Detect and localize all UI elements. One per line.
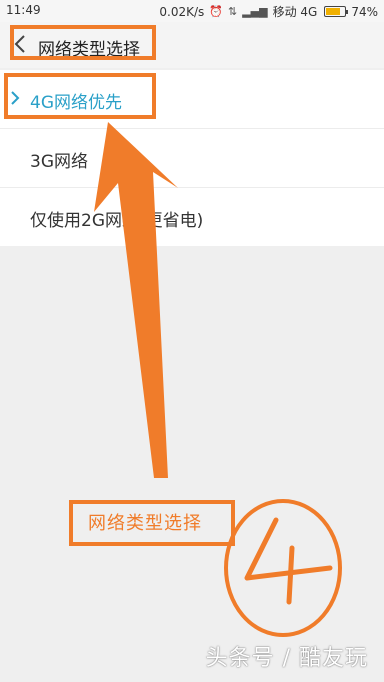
battery-percent: 74% bbox=[351, 4, 378, 19]
option-label: 3G网络 bbox=[30, 152, 88, 172]
carrier-label: 移动 4G bbox=[272, 5, 318, 19]
annotation-number-4 bbox=[244, 517, 333, 605]
signal-icon: ▂▄▆ bbox=[242, 5, 268, 18]
battery-fill bbox=[326, 8, 340, 15]
status-indicators: 0.02K/s ⏰ ⇅ ▂▄▆ 移动 4G 74% bbox=[159, 3, 378, 20]
status-bar: 11:49 0.02K/s ⏰ ⇅ ▂▄▆ 移动 4G 74% bbox=[0, 0, 384, 22]
battery-icon bbox=[324, 6, 349, 17]
network-speed: 0.02K/s bbox=[159, 4, 205, 19]
annotation-option-highlight bbox=[4, 73, 156, 119]
battery-tip bbox=[346, 10, 349, 14]
annotation-circle bbox=[224, 499, 342, 637]
status-time: 11:49 bbox=[6, 3, 41, 17]
option-2g-only[interactable]: 仅使用2G网络(更省电) bbox=[0, 188, 384, 246]
data-transfer-icon: ⇅ bbox=[227, 5, 238, 18]
option-3g[interactable]: 3G网络 bbox=[0, 129, 384, 188]
annotation-label-text: 网络类型选择 bbox=[88, 513, 202, 534]
annotation-header-highlight bbox=[10, 25, 156, 60]
option-label: 仅使用2G网络(更省电) bbox=[30, 211, 204, 231]
alarm-icon: ⏰ bbox=[209, 5, 223, 18]
watermark: 头条号 / 酷友玩 bbox=[205, 646, 368, 671]
screen: 11:49 0.02K/s ⏰ ⇅ ▂▄▆ 移动 4G 74% 网络类型选择 4… bbox=[0, 0, 384, 682]
